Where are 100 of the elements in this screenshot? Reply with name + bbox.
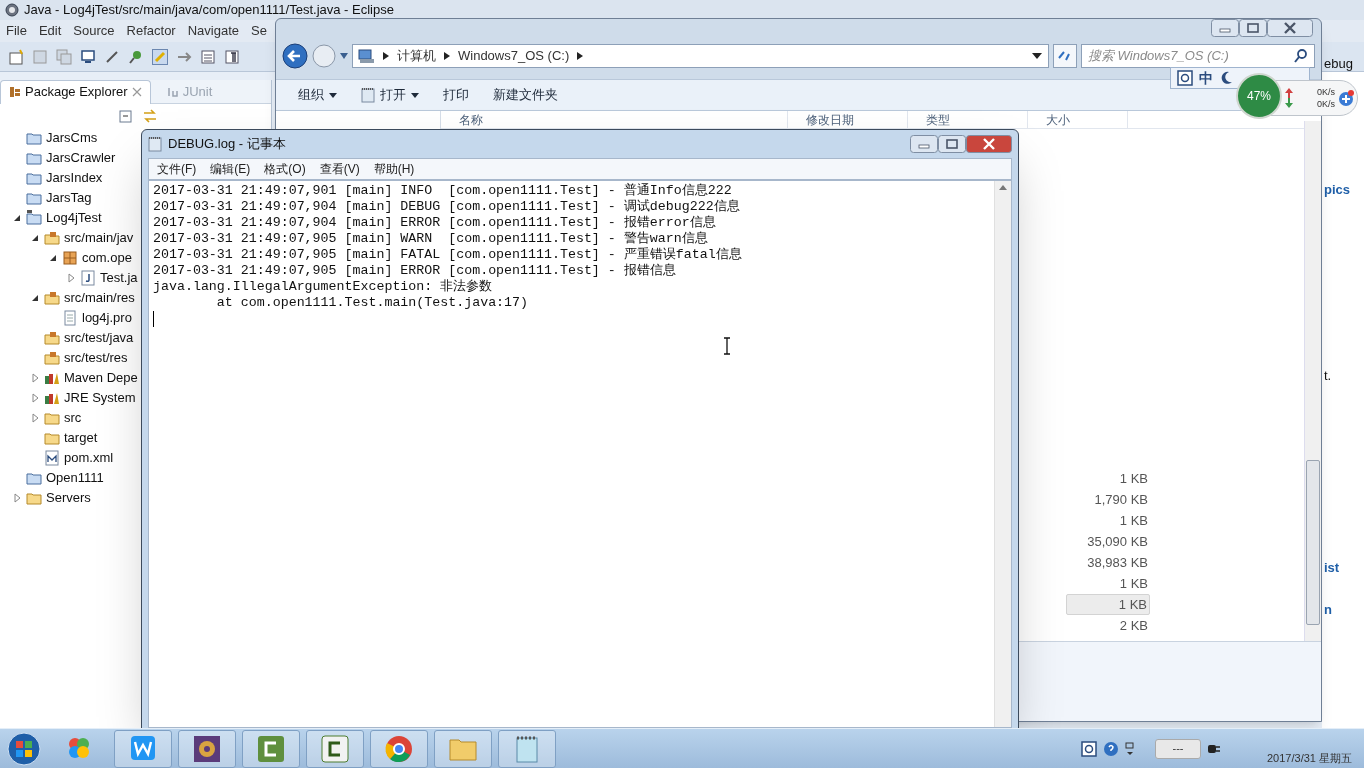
breadcrumb-item[interactable]: 计算机 (397, 46, 436, 66)
table-cell[interactable]: 2 KB (1066, 615, 1150, 636)
expanded-arrow-icon[interactable] (30, 293, 40, 303)
collapsed-arrow-icon[interactable] (30, 373, 40, 383)
view-tab[interactable]: Package Explorer (0, 79, 151, 104)
input-mode-toggle[interactable]: 中 (1199, 67, 1213, 89)
clock-date[interactable]: 2017/3/31 星期五 (1267, 749, 1352, 766)
tree-item[interactable]: Test.ja (100, 268, 138, 288)
expanded-arrow-icon[interactable] (30, 233, 40, 243)
breadcrumb-arrow-icon[interactable] (444, 52, 450, 60)
collapsed-arrow-icon[interactable] (66, 273, 76, 283)
scroll-up-icon[interactable] (999, 185, 1007, 190)
highlighter-icon[interactable] (152, 48, 168, 65)
toolbar-button[interactable]: 组织 (298, 85, 337, 105)
tree-item[interactable]: com.ope (82, 248, 132, 268)
add-icon[interactable] (1337, 89, 1355, 107)
q-box-icon[interactable] (1177, 70, 1193, 86)
monitor-icon[interactable] (80, 48, 96, 65)
tree-item[interactable]: src (64, 408, 82, 428)
toolbar-button[interactable]: 打开 (361, 85, 419, 105)
scrollbar[interactable] (1304, 121, 1321, 641)
menu-item[interactable]: 编辑(E) (210, 160, 251, 178)
q-box-icon[interactable] (1081, 740, 1097, 757)
column-header[interactable]: 修改日期 (788, 111, 908, 128)
maximize-button[interactable] (938, 135, 966, 153)
address-bar[interactable]: 计算机 Windows7_OS (C:) (352, 44, 1049, 68)
menu-item[interactable]: 查看(V) (319, 160, 360, 178)
tree-item[interactable]: target (64, 428, 98, 448)
back-button[interactable] (282, 43, 308, 69)
menu-item[interactable]: 格式(O) (264, 160, 306, 178)
tree-item[interactable]: log4j.pro (82, 308, 132, 328)
collapsed-arrow-icon[interactable] (12, 493, 22, 503)
dropdown-caret-icon[interactable] (1032, 53, 1042, 59)
breadcrumb-arrow-icon[interactable] (577, 52, 584, 60)
tree-item[interactable]: Maven Depe (64, 368, 138, 388)
menu-item[interactable]: Navigate (187, 21, 239, 41)
list-icon[interactable] (200, 48, 216, 65)
tree-item[interactable]: src/main/jav (64, 228, 134, 248)
menu-item[interactable]: Source (73, 21, 115, 41)
tree-item[interactable]: Open1111 (46, 468, 104, 488)
taskbar-button[interactable] (370, 729, 428, 768)
column-header[interactable]: 类型 (908, 111, 1028, 128)
menu-item[interactable]: 文件(F) (157, 160, 197, 178)
table-cell[interactable]: 1 KB (1066, 468, 1150, 489)
close-button[interactable] (966, 135, 1012, 153)
tree-item[interactable]: JRE System (64, 388, 136, 408)
new-file-icon[interactable] (8, 48, 24, 65)
tree-item[interactable]: JarsTag (46, 188, 92, 208)
minimize-button[interactable] (1211, 19, 1239, 37)
maximize-button[interactable] (1239, 19, 1267, 37)
table-cell[interactable]: 1 KB (1066, 573, 1150, 594)
taskbar-button[interactable] (306, 729, 364, 768)
pin-icon[interactable] (128, 48, 144, 65)
close-button[interactable] (1267, 19, 1313, 37)
moon-icon[interactable] (1219, 71, 1233, 85)
toolbar-button[interactable]: 打印 (443, 85, 469, 105)
minimize-button[interactable] (910, 135, 938, 153)
taskbar-button[interactable] (114, 729, 172, 768)
tree-item[interactable]: src/main/res (64, 288, 135, 308)
tree-item[interactable]: Servers (46, 488, 91, 508)
toolbar-button[interactable]: 新建文件夹 (493, 85, 558, 105)
history-caret-icon[interactable] (340, 53, 348, 59)
text-fragment: t. (1324, 367, 1332, 385)
expanded-arrow-icon[interactable] (12, 213, 22, 223)
breadcrumb-arrow-icon[interactable] (383, 52, 389, 60)
tree-item[interactable]: JarsCrawler (46, 148, 116, 168)
table-cell[interactable]: 38,983 KB (1066, 552, 1150, 573)
menu-item[interactable]: File (6, 21, 27, 41)
table-cell[interactable]: 1 KB (1066, 510, 1150, 531)
link-arrows-icon[interactable] (142, 108, 158, 124)
expanded-arrow-icon[interactable] (48, 253, 58, 263)
collapse-all-icon[interactable] (118, 108, 134, 124)
menu-item[interactable]: 帮助(H) (373, 160, 415, 178)
column-header[interactable]: 名称 (441, 111, 788, 128)
pencil-icon[interactable] (104, 48, 120, 65)
column-header[interactable]: 大小 (1028, 111, 1128, 128)
tree-item[interactable]: JarsIndex (46, 168, 103, 188)
menu-item[interactable]: Refactor (126, 21, 176, 41)
menu-item[interactable]: Se (251, 21, 267, 41)
close-icon[interactable] (131, 87, 142, 97)
collapsed-arrow-icon[interactable] (30, 393, 40, 403)
table-cell[interactable]: 1 KB (1066, 594, 1150, 615)
table-cell[interactable]: 35,090 KB (1066, 531, 1150, 552)
tree-item[interactable]: pom.xml (64, 448, 114, 468)
tree-item[interactable]: JarsCms (46, 128, 98, 148)
table-cell[interactable]: 1,790 KB (1066, 489, 1150, 510)
help-icon[interactable] (1103, 740, 1119, 757)
tree-item[interactable]: src/test/java (64, 328, 134, 348)
menu-item[interactable]: Edit (38, 21, 62, 41)
taskbar-button[interactable] (242, 729, 300, 768)
tray-overflow-icon[interactable] (1125, 740, 1135, 757)
tree-item[interactable]: src/test/res (64, 348, 128, 368)
tree-item[interactable]: Log4jTest (46, 208, 102, 228)
taskbar-button[interactable] (178, 729, 236, 768)
scrollbar[interactable] (994, 181, 1011, 727)
pilcrow-icon[interactable] (224, 48, 240, 65)
refresh-button[interactable] (1053, 44, 1077, 68)
breadcrumb-item[interactable]: Windows7_OS (C:) (458, 46, 570, 66)
search-field[interactable]: 搜索 Windows7_OS (C:) (1081, 44, 1315, 68)
collapsed-arrow-icon[interactable] (30, 413, 40, 423)
